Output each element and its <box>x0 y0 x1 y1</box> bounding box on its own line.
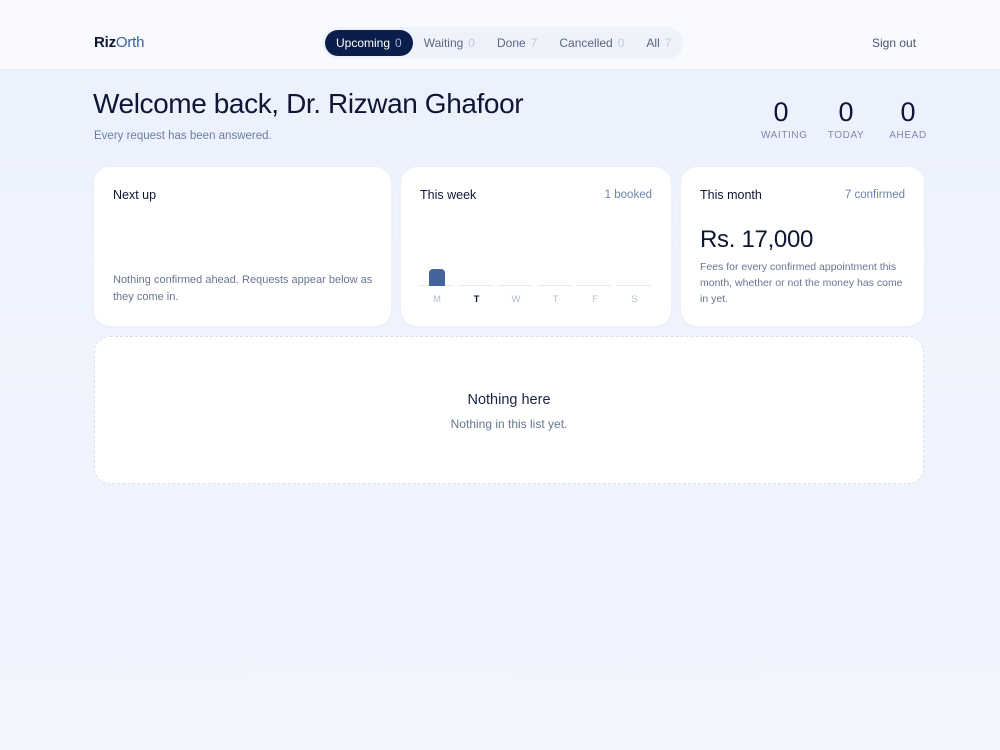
tab-label: Upcoming <box>336 36 391 50</box>
tab-waiting[interactable]: Waiting 0 <box>413 30 486 56</box>
month-fee-description: Fees for every confirmed appointment thi… <box>700 261 903 305</box>
card-title: Next up <box>113 188 157 202</box>
day-baseline <box>498 285 532 286</box>
tab-count: 0 <box>468 36 475 50</box>
month-fee-amount: Rs. 17,000 <box>700 226 814 253</box>
week-bar-chart: MTWTFS <box>419 263 653 311</box>
sign-out-link[interactable]: Sign out <box>872 36 916 50</box>
status-tabs: Upcoming 0 Waiting 0 Done 7 Cancelled 0 … <box>322 27 683 59</box>
stat-waiting: 0 WAITING <box>761 96 808 141</box>
day-baseline <box>577 285 611 286</box>
day-column: T <box>458 263 493 311</box>
day-baseline <box>537 285 572 286</box>
tab-label: All <box>646 36 660 50</box>
stat-today: 0 TODAY <box>826 96 866 141</box>
stat-value: 0 <box>838 97 854 127</box>
stat-value: 0 <box>900 97 916 127</box>
tab-count: 7 <box>664 36 672 50</box>
confirmed-count: 7 confirmed <box>844 189 905 201</box>
stat-label: AHEAD <box>889 130 927 141</box>
card-title: This month <box>700 188 762 202</box>
tab-label: Waiting <box>423 36 464 50</box>
tab-upcoming[interactable]: Upcoming 0 <box>325 30 413 56</box>
stat-value: 0 <box>773 97 789 127</box>
appointment-list-empty-state: Nothing here Nothing in this list yet. <box>94 336 924 484</box>
day-column: S <box>616 263 651 311</box>
day-label: T <box>552 294 559 305</box>
day-label: M <box>433 294 441 305</box>
top-bar: RizOrth Upcoming 0 Waiting 0 Done 7 Canc… <box>0 0 1000 70</box>
day-label: F <box>592 294 598 305</box>
booked-count: 1 booked <box>604 189 652 201</box>
this-week-card: This week 1 booked M T W T F S <box>401 167 671 326</box>
tab-done[interactable]: Done 7 <box>486 30 548 56</box>
day-bar <box>429 269 445 286</box>
day-baseline <box>458 285 493 286</box>
day-baseline <box>616 285 651 286</box>
stat-label: WAITING <box>761 130 808 141</box>
this-month-card: This month 7 confirmed Rs. 17,000 Fees f… <box>681 167 924 326</box>
next-up-empty-text: Nothing confirmed ahead. Requests appear… <box>113 274 373 303</box>
page-title: Welcome back, Dr. Rizwan Ghafoor <box>93 88 524 119</box>
tab-count: 7 <box>530 36 538 50</box>
tab-count: 0 <box>395 36 402 50</box>
brand-name-part1: Riz <box>94 34 116 51</box>
empty-state-title: Nothing here <box>467 392 551 408</box>
day-column: M <box>419 263 453 311</box>
stat-label: TODAY <box>827 130 865 141</box>
tab-all[interactable]: All 7 <box>635 30 682 56</box>
day-label: T <box>473 294 480 305</box>
tab-label: Done <box>496 36 526 50</box>
day-label: W <box>511 294 521 305</box>
tab-count: 0 <box>617 36 625 50</box>
day-column: F <box>577 263 611 311</box>
stat-ahead: 0 AHEAD <box>888 96 928 141</box>
next-up-card: Next up Nothing confirmed ahead. Request… <box>94 167 391 326</box>
empty-state-subtitle: Nothing in this list yet. <box>450 417 568 431</box>
day-column: T <box>537 263 572 311</box>
page-subtitle: Every request has been answered. <box>94 130 272 142</box>
tab-cancelled[interactable]: Cancelled 0 <box>548 30 635 56</box>
brand-name-part2: Orth <box>115 34 145 51</box>
card-title: This week <box>420 188 477 202</box>
tab-label: Cancelled <box>559 36 613 50</box>
brand-logo[interactable]: RizOrth <box>94 34 144 51</box>
day-column: W <box>498 263 532 311</box>
day-label: S <box>631 294 638 305</box>
